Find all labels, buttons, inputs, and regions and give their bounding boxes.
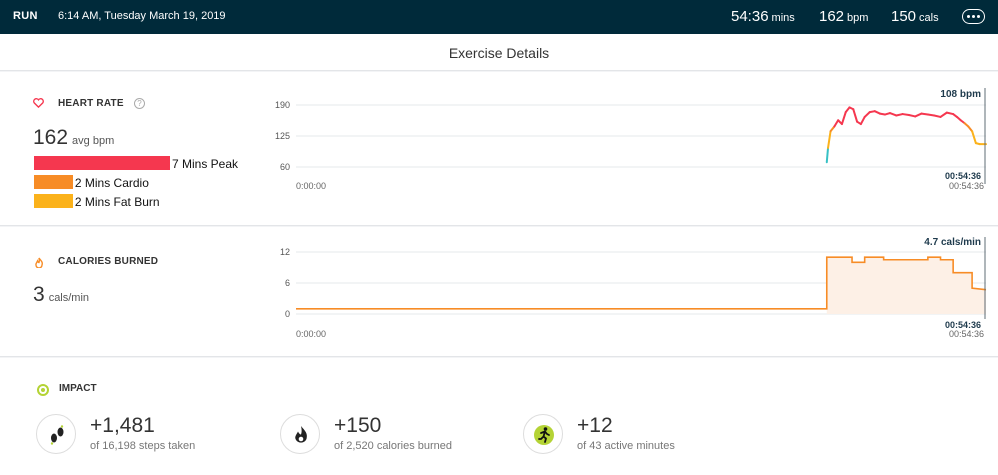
hr-cursor-time: 00:54:36	[945, 171, 981, 181]
hr-segment	[825, 146, 830, 164]
hr-y-tick-125: 125	[275, 131, 290, 141]
exercise-datetime: 6:14 AM, Tuesday March 19, 2019	[58, 10, 226, 22]
duration-stat: 54:36 mins	[731, 8, 795, 25]
more-dots-icon[interactable]	[962, 9, 985, 24]
footprints-icon	[36, 414, 76, 454]
heart-rate-chart[interactable]: 60 125 190 0:00:00 00:54:36 108 bpm 00:54:36	[0, 72, 998, 226]
cal-y-tick-6: 6	[285, 278, 290, 288]
hr-segment	[863, 111, 871, 118]
heart-unit: bpm	[847, 12, 869, 24]
hr-y-tick-60: 60	[280, 162, 290, 172]
impact-calories-value: +150	[334, 414, 382, 437]
cal-area-fill	[826, 257, 986, 314]
hr-segment	[914, 112, 923, 118]
duration-unit: mins	[771, 12, 795, 24]
hr-segment	[971, 130, 977, 145]
hr-y-tick-190: 190	[275, 100, 290, 110]
calories-panel: CALORIES BURNED 3 cals/min 0 6 12 0:00:00 00:…	[0, 227, 998, 357]
cal-x-start-label: 0:00:00	[296, 329, 326, 339]
top-bar: RUN 6:14 AM, Tuesday March 19, 2019 54:3…	[0, 0, 998, 34]
cal-cursor-time: 00:54:36	[945, 320, 981, 330]
impact-calories-of: of 2,520 calories burned	[334, 440, 453, 452]
impact-active-value: +12	[577, 414, 613, 437]
heart-rate-panel: HEART RATE ? 162 avg bpm 7 Mins Peak 2 Mi…	[0, 72, 998, 226]
page-header: Exercise Details	[0, 34, 998, 71]
hr-segment	[852, 108, 859, 123]
calories-value: 150	[891, 8, 917, 25]
page-title: Exercise Details	[448, 45, 550, 61]
target-icon	[37, 384, 49, 396]
heart-value: 162	[819, 8, 845, 25]
hr-segment	[888, 112, 898, 117]
impact-panel: IMPACT +1,481 of 16,198 steps taken +150…	[0, 358, 998, 475]
impact-steps: +1,481 of 16,198 steps taken	[36, 410, 256, 460]
impact-steps-value: +1,481	[90, 414, 155, 437]
duration-value: 54:36	[731, 8, 769, 25]
hr-x-end-label: 00:54:36	[949, 181, 984, 191]
calories-stat: 150 cals	[891, 8, 939, 25]
running-person-icon	[523, 414, 563, 454]
hr-segment	[939, 111, 948, 118]
exercise-type: RUN	[13, 10, 38, 22]
hr-x-start-label: 0:00:00	[296, 181, 326, 191]
flame-icon	[280, 414, 320, 454]
calories-unit: cals	[919, 12, 939, 24]
hr-segment	[859, 115, 866, 126]
hr-current-value: 108 bpm	[940, 89, 981, 100]
hr-segment	[840, 111, 847, 126]
hr-segment	[827, 130, 832, 149]
impact-active: +12 of 43 active minutes	[523, 410, 743, 460]
cal-x-end-label: 00:54:36	[949, 329, 984, 339]
calories-chart[interactable]: 0 6 12 0:00:00 00:54:36 4.7 cals/min 00:54:36	[0, 227, 998, 357]
heart-stat: 162 bpm	[819, 8, 868, 25]
impact-title: IMPACT	[59, 383, 97, 394]
impact-steps-of: of 16,198 steps taken	[90, 440, 196, 452]
cal-current-value: 4.7 cals/min	[924, 237, 981, 248]
cal-y-tick-12: 12	[280, 247, 290, 257]
impact-calories: +150 of 2,520 calories burned	[280, 410, 500, 460]
impact-active-of: of 43 active minutes	[577, 440, 675, 452]
hr-segment	[833, 119, 840, 128]
cal-y-tick-0: 0	[285, 309, 290, 319]
